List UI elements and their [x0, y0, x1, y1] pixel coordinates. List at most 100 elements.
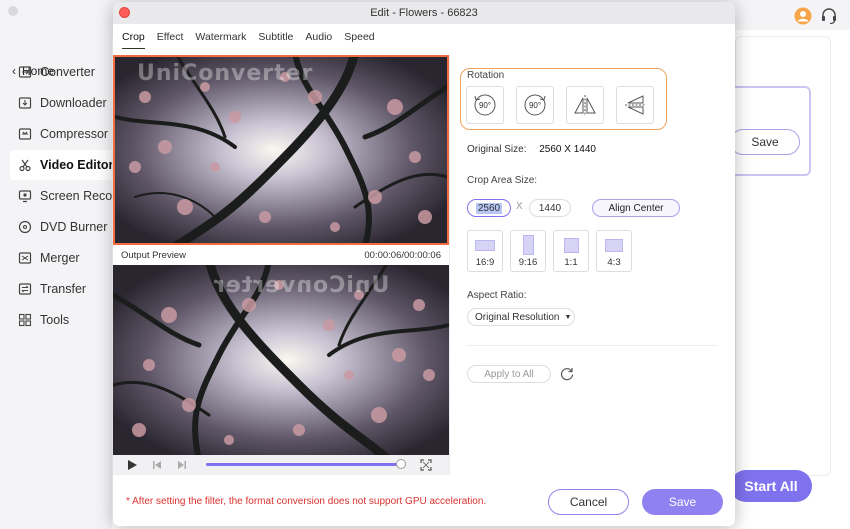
compress-icon: [18, 127, 32, 141]
sidebar-item-label: Video Editor: [40, 158, 114, 172]
output-preview-header: Output Preview 00:00:06/00:00:06: [113, 248, 449, 264]
sidebar-item-label: DVD Burner: [40, 220, 108, 234]
crop-height-input[interactable]: 1440: [529, 199, 571, 217]
original-size-row: Original Size: 2560 X 1440: [467, 144, 596, 155]
sidebar-item-video-editor[interactable]: Video Editor: [10, 150, 118, 180]
window-close-control[interactable]: [8, 6, 18, 16]
disc-icon: [18, 220, 32, 234]
screen-record-icon: [18, 189, 32, 203]
ratio-label: 16:9: [475, 257, 495, 268]
rotate-right-label: 90°: [529, 101, 541, 110]
background-save-button[interactable]: Save: [730, 129, 800, 155]
previous-frame-icon[interactable]: [151, 459, 163, 471]
caret-down-icon: ▼: [564, 313, 572, 321]
scissors-icon: [18, 158, 32, 172]
tab-subtitle[interactable]: Subtitle: [258, 29, 293, 49]
sidebar-item-label: Tools: [40, 313, 70, 327]
crop-size-separator: X: [516, 201, 523, 212]
sidebar-item-merger[interactable]: Merger: [10, 243, 118, 273]
ratio-label: 1:1: [564, 257, 578, 268]
align-center-button[interactable]: Align Center: [592, 199, 680, 217]
play-icon[interactable]: [126, 459, 138, 471]
sidebar-item-converter[interactable]: Converter: [10, 57, 118, 87]
sidebar-item-label: Compressor: [40, 127, 109, 141]
flip-vertical-button[interactable]: [616, 86, 654, 124]
rotate-counterclockwise-button[interactable]: 90°: [466, 86, 504, 124]
sidebar-item-dvd-burner[interactable]: DVD Burner: [10, 212, 118, 242]
ratio-label: 4:3: [607, 257, 621, 268]
save-button[interactable]: Save: [642, 489, 723, 515]
tab-effect[interactable]: Effect: [157, 29, 184, 49]
ratio-shape-icon: [563, 237, 579, 253]
rotation-label: Rotation: [467, 70, 505, 81]
output-preview: UniConverter: [113, 265, 449, 455]
converter-icon: [18, 65, 32, 79]
rotate-left-label: 90°: [479, 101, 491, 110]
tab-watermark[interactable]: Watermark: [195, 29, 246, 49]
next-frame-icon[interactable]: [176, 459, 188, 471]
column-divider: [449, 55, 450, 475]
gpu-warning-note: * After setting the filter, the format c…: [126, 496, 487, 507]
aspect-ratio-value: Original Resolution: [475, 311, 560, 323]
grid-icon: [18, 313, 32, 327]
section-divider: [467, 345, 717, 346]
rotate-right-icon: 90°: [524, 94, 546, 116]
time-display: 00:00:06/00:00:06: [364, 250, 441, 261]
tab-speed[interactable]: Speed: [344, 29, 374, 49]
sidebar-item-downloader[interactable]: Downloader: [10, 88, 118, 118]
ratio-label: 9:16: [518, 257, 538, 268]
tab-crop[interactable]: Crop: [122, 29, 145, 49]
video-column: UniConverter Output Preview 00:00:06/00:…: [113, 55, 449, 475]
playback-progress-slider[interactable]: [206, 459, 406, 469]
sidebar-item-label: Merger: [40, 251, 80, 265]
sidebar-item-compressor[interactable]: Compressor: [10, 119, 118, 149]
flip-horizontal-icon: [574, 95, 596, 115]
dialog-titlebar: Edit - Flowers - 66823: [113, 2, 735, 24]
rotate-left-icon: 90°: [474, 94, 496, 116]
edit-dialog: Edit - Flowers - 66823 Crop Effect Waterma…: [113, 2, 735, 526]
ratio-shape-icon: [475, 239, 495, 251]
watermark-text: UniConverter: [137, 61, 314, 86]
aspect-ratio-select[interactable]: Original Resolution ▼: [467, 308, 575, 326]
playback-controls: [113, 455, 449, 475]
original-size-label: Original Size:: [467, 144, 527, 155]
mirrored-watermark-text: UniConverter: [213, 273, 390, 298]
user-avatar-icon[interactable]: [794, 7, 812, 25]
ratio-preset-4-3[interactable]: 4:3: [596, 230, 632, 272]
ratio-shape-icon: [605, 238, 623, 252]
sidebar-item-label: Downloader: [40, 96, 107, 110]
ratio-preset-9-16[interactable]: 9:16: [510, 230, 546, 272]
fullscreen-icon[interactable]: [420, 459, 432, 471]
sidebar-item-tools[interactable]: Tools: [10, 305, 118, 335]
cancel-button[interactable]: Cancel: [548, 489, 629, 515]
crop-area-label: Crop Area Size:: [467, 175, 538, 186]
playback-progress-handle[interactable]: [396, 459, 406, 469]
sidebar-item-label: Converter: [40, 65, 95, 79]
support-headset-icon[interactable]: [820, 7, 838, 25]
flip-horizontal-button[interactable]: [566, 86, 604, 124]
flip-vertical-icon: [625, 95, 645, 115]
apply-to-all-button[interactable]: Apply to All: [467, 365, 551, 383]
sidebar-item-label: Screen Recorder: [40, 189, 118, 203]
ratio-preset-16-9[interactable]: 16:9: [467, 230, 503, 272]
ratio-shape-icon: [522, 235, 534, 255]
aspect-ratio-label: Aspect Ratio:: [467, 290, 527, 301]
start-all-button[interactable]: Start All: [730, 470, 812, 502]
crop-preview[interactable]: UniConverter: [113, 55, 449, 245]
rotate-clockwise-button[interactable]: 90°: [516, 86, 554, 124]
playback-progress-fill: [206, 463, 402, 466]
dialog-close-button[interactable]: [119, 7, 130, 18]
sidebar-item-label: Transfer: [40, 282, 87, 296]
crop-width-value: 2560: [475, 202, 503, 214]
download-icon: [18, 96, 32, 110]
ratio-preset-1-1[interactable]: 1:1: [553, 230, 589, 272]
output-preview-label: Output Preview: [121, 250, 186, 261]
crop-width-input[interactable]: 2560: [467, 199, 511, 217]
merge-icon: [18, 251, 32, 265]
tab-audio[interactable]: Audio: [305, 29, 332, 49]
reset-icon[interactable]: [559, 366, 575, 382]
transfer-icon: [18, 282, 32, 296]
editor-tabs: Crop Effect Watermark Subtitle Audio Speed: [122, 29, 375, 49]
sidebar-item-screen-recorder[interactable]: Screen Recorder: [10, 181, 118, 211]
sidebar-item-transfer[interactable]: Transfer: [10, 274, 118, 304]
